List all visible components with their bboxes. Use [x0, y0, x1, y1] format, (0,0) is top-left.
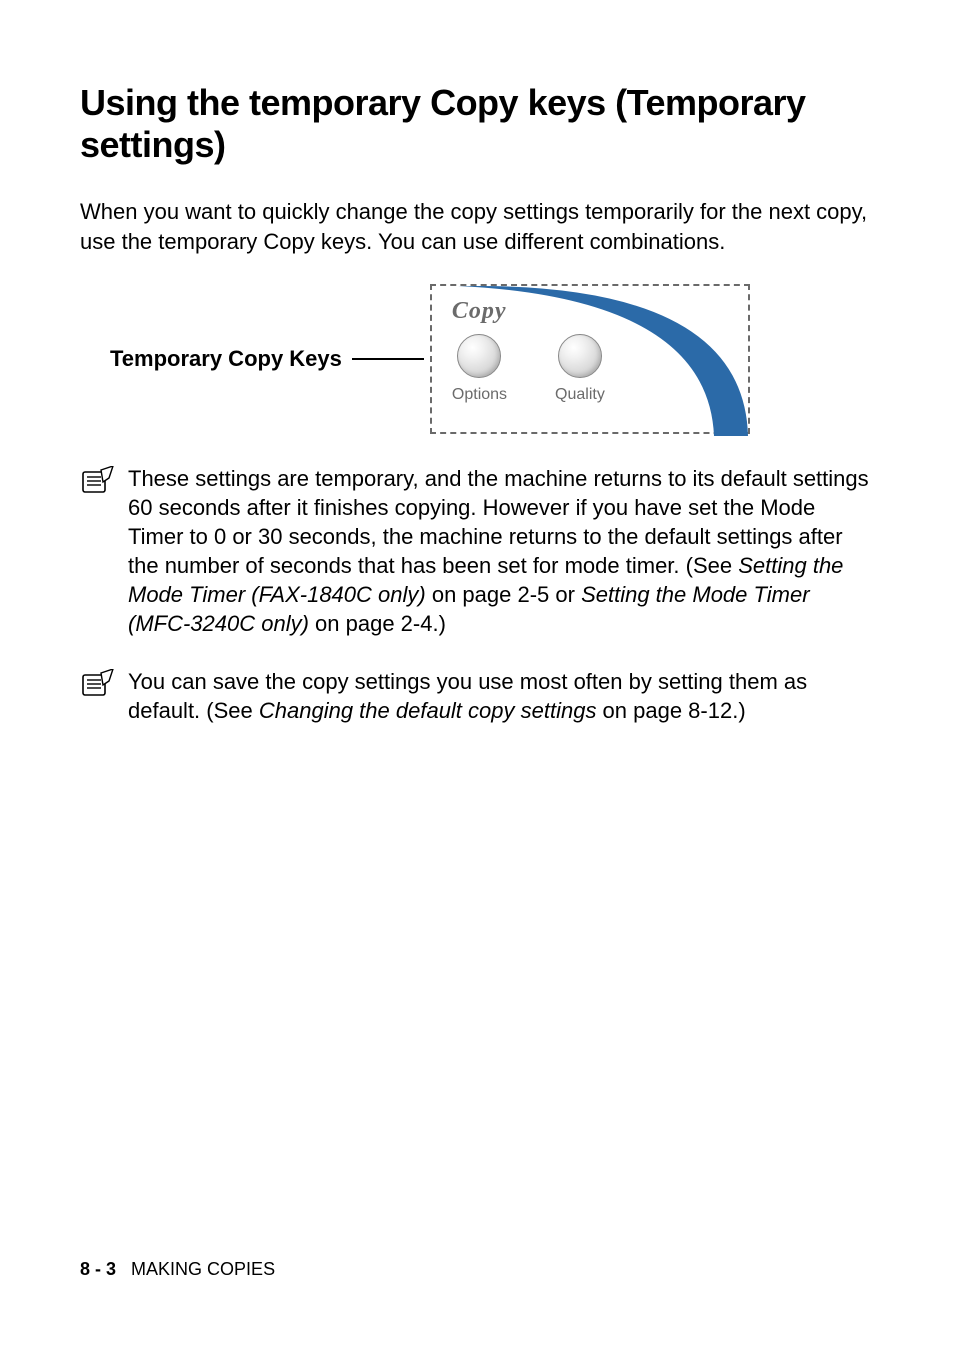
options-button-circle [457, 334, 501, 378]
quality-button-circle [558, 334, 602, 378]
quality-button: Quality [555, 334, 605, 404]
panel-buttons: Options Quality [452, 334, 605, 404]
panel-section-title: Copy [452, 298, 507, 325]
diagram-label: Temporary Copy Keys [110, 346, 342, 372]
quality-button-label: Quality [555, 386, 605, 404]
note-1-text: These settings are temporary, and the ma… [128, 464, 874, 638]
page-footer: 8 - 3 MAKING COPIES [80, 1259, 275, 1280]
callout-line [352, 358, 424, 360]
options-button: Options [452, 334, 507, 404]
note-2: You can save the copy settings you use m… [80, 667, 874, 725]
note-1: These settings are temporary, and the ma… [80, 464, 874, 638]
note-2-text: You can save the copy settings you use m… [128, 667, 874, 725]
copy-keys-diagram: Temporary Copy Keys Copy Options Quality [80, 284, 874, 434]
note-2-ref-1: Changing the default copy settings [259, 698, 597, 723]
note-1-part-b: on page 2-5 or [426, 582, 581, 607]
footer-section: MAKING COPIES [131, 1259, 275, 1279]
page-heading: Using the temporary Copy keys (Temporary… [80, 82, 874, 167]
options-button-label: Options [452, 386, 507, 404]
note-1-part-c: on page 2-4.) [309, 611, 446, 636]
note-2-part-b: on page 8-12.) [596, 698, 745, 723]
document-page: Using the temporary Copy keys (Temporary… [0, 0, 954, 1352]
control-panel-box: Copy Options Quality [430, 284, 750, 434]
intro-paragraph: When you want to quickly change the copy… [80, 197, 874, 256]
note-icon [80, 464, 116, 638]
note-icon [80, 667, 116, 725]
page-number: 8 - 3 [80, 1259, 116, 1279]
